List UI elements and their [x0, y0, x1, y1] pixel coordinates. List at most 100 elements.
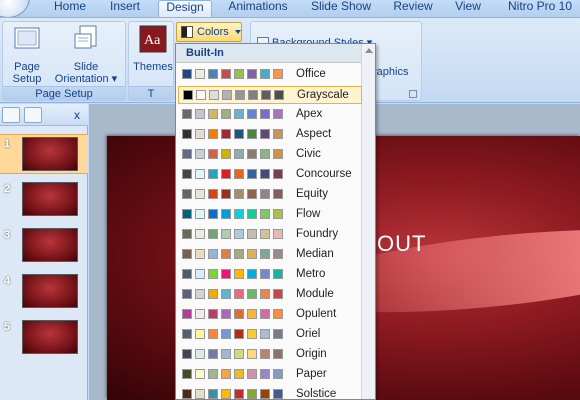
- color-scheme-origin[interactable]: Origin: [178, 346, 362, 364]
- color-swatch: [182, 269, 192, 279]
- color-scheme-solstice[interactable]: Solstice: [178, 386, 362, 399]
- built-in-header: Built-In: [176, 44, 363, 63]
- color-swatch: [182, 289, 192, 299]
- color-scheme-paper[interactable]: Paper: [178, 366, 362, 384]
- color-swatch: [273, 289, 283, 299]
- color-swatch: [195, 389, 205, 399]
- color-swatch: [182, 209, 192, 219]
- page-setup-button[interactable]: Page Setup: [7, 24, 47, 85]
- color-scheme-label: Paper: [296, 368, 327, 380]
- slide-number: 5: [4, 321, 11, 333]
- color-swatch: [260, 109, 270, 119]
- color-scheme-flow[interactable]: Flow: [178, 206, 362, 224]
- color-swatch: [208, 149, 218, 159]
- tab-animations[interactable]: Animations: [220, 0, 296, 17]
- color-scheme-label: Origin: [296, 348, 327, 360]
- color-scheme-metro[interactable]: Metro: [178, 266, 362, 284]
- color-scheme-office[interactable]: Office: [178, 66, 362, 84]
- color-swatch: [273, 69, 283, 79]
- color-swatch: [273, 229, 283, 239]
- color-swatches: [182, 349, 286, 359]
- slide-thumbnail-row[interactable]: 3: [0, 226, 88, 266]
- tab-nitro-pro[interactable]: Nitro Pro 10: [500, 0, 580, 17]
- color-swatch: [221, 249, 231, 259]
- slides-pane: x 1 2 3 4 5: [0, 104, 88, 400]
- pane-close-icon[interactable]: x: [74, 108, 80, 122]
- color-swatch: [221, 69, 231, 79]
- slide-orientation-icon: [74, 25, 97, 49]
- color-swatch: [234, 189, 244, 199]
- color-scheme-label: Opulent: [296, 308, 337, 320]
- color-swatch: [261, 90, 271, 100]
- color-scheme-module[interactable]: Module: [178, 286, 362, 304]
- slide-thumbnail-row[interactable]: 5: [0, 318, 88, 358]
- outline-tab[interactable]: [24, 107, 42, 123]
- color-swatches: [182, 329, 286, 339]
- tab-insert[interactable]: Insert: [100, 0, 150, 17]
- slide-thumbnail[interactable]: [22, 137, 78, 171]
- color-swatch: [208, 369, 218, 379]
- color-swatches: [183, 90, 287, 100]
- slide-title-fragment[interactable]: OUT: [377, 231, 426, 257]
- tab-design[interactable]: Design: [158, 0, 212, 18]
- chevron-down-icon: [235, 30, 241, 34]
- slide-thumbnail[interactable]: [22, 320, 78, 354]
- gallery-scrollbar[interactable]: [361, 44, 375, 399]
- color-scheme-oriel[interactable]: Oriel: [178, 326, 362, 344]
- color-scheme-opulent[interactable]: Opulent: [178, 306, 362, 324]
- color-swatch: [247, 189, 257, 199]
- office-button[interactable]: [0, 0, 30, 18]
- ribbon-tab-bar: Home Insert Design Animations Slide Show…: [0, 0, 580, 18]
- slide-thumbnail[interactable]: [22, 228, 78, 262]
- colors-gallery-dropdown: Built-In Office Grayscale Apex Aspect Civic C…: [175, 43, 376, 400]
- color-swatch: [247, 209, 257, 219]
- color-swatches: [182, 309, 286, 319]
- color-scheme-equity[interactable]: Equity: [178, 186, 362, 204]
- color-swatches: [182, 389, 286, 399]
- color-swatch: [195, 349, 205, 359]
- color-swatch: [247, 389, 257, 399]
- slide-number: 3: [4, 229, 11, 241]
- color-swatch: [182, 69, 192, 79]
- color-swatches: [182, 189, 286, 199]
- tab-slide-show[interactable]: Slide Show: [306, 0, 376, 17]
- color-scheme-civic[interactable]: Civic: [178, 146, 362, 164]
- slides-tab[interactable]: [2, 107, 20, 123]
- tab-home[interactable]: Home: [44, 0, 96, 17]
- color-swatch: [260, 129, 270, 139]
- slide-thumbnail[interactable]: [22, 182, 78, 216]
- slide-orientation-button[interactable]: Slide Orientation ▾: [49, 24, 123, 85]
- color-swatches: [182, 129, 286, 139]
- tab-review[interactable]: Review: [388, 0, 438, 17]
- color-swatch: [208, 209, 218, 219]
- color-swatch: [260, 229, 270, 239]
- tab-view[interactable]: View: [448, 0, 488, 17]
- color-swatch: [234, 109, 244, 119]
- color-swatch: [195, 149, 205, 159]
- colors-button[interactable]: Colors: [176, 22, 242, 42]
- color-scheme-aspect[interactable]: Aspect: [178, 126, 362, 144]
- slide-thumbnail[interactable]: [22, 274, 78, 308]
- slide-thumbnail-row[interactable]: 4: [0, 272, 88, 312]
- color-swatch: [273, 389, 283, 399]
- slide-thumbnail-row[interactable]: 1: [0, 134, 88, 174]
- color-scheme-concourse[interactable]: Concourse: [178, 166, 362, 184]
- slide-thumbnail-row[interactable]: 2: [0, 180, 88, 220]
- color-swatch: [235, 90, 245, 100]
- page-setup-label-1: Page: [14, 61, 40, 73]
- color-swatch: [208, 309, 218, 319]
- color-swatch: [195, 249, 205, 259]
- dialog-launcher-icon[interactable]: [409, 90, 417, 98]
- scroll-up-icon[interactable]: [365, 48, 373, 53]
- color-scheme-grayscale[interactable]: Grayscale: [178, 86, 362, 104]
- color-scheme-median[interactable]: Median: [178, 246, 362, 264]
- themes-button[interactable]: Aa Themes: [133, 24, 173, 73]
- color-scheme-apex[interactable]: Apex: [178, 106, 362, 124]
- color-scheme-foundry[interactable]: Foundry: [178, 226, 362, 244]
- color-swatch: [247, 229, 257, 239]
- color-swatches: [182, 229, 286, 239]
- color-swatch: [234, 269, 244, 279]
- color-swatch: [273, 109, 283, 119]
- color-swatch: [260, 289, 270, 299]
- color-swatch: [234, 349, 244, 359]
